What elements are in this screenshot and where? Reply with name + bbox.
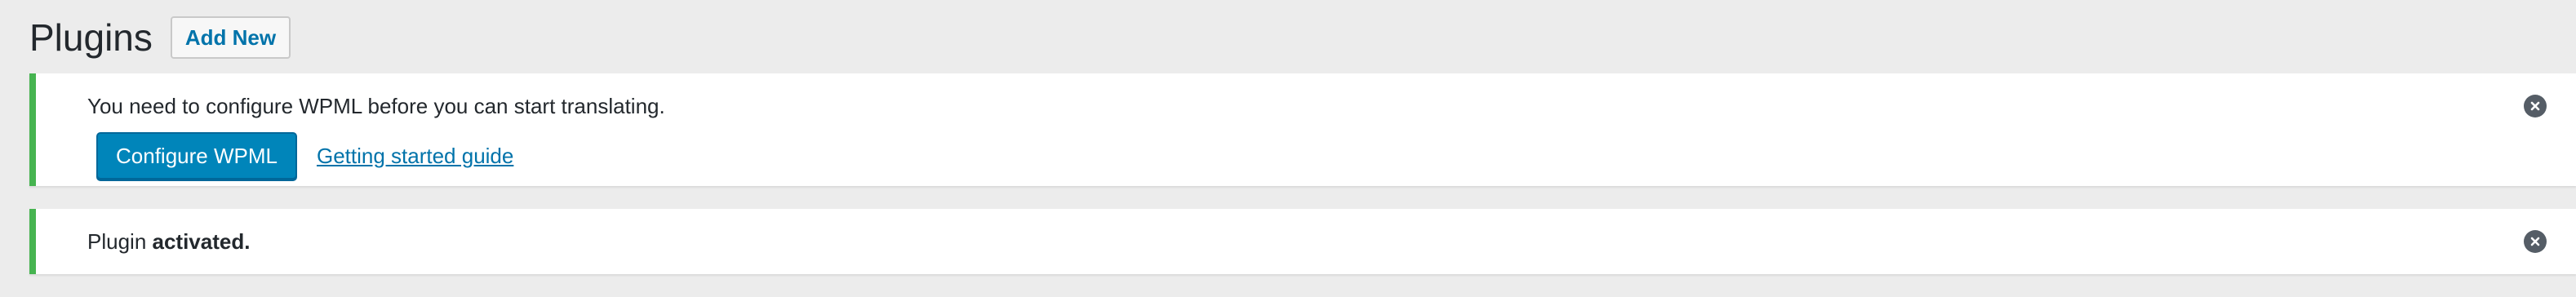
wpml-notice-message: You need to configure WPML before you ca… — [87, 94, 665, 118]
getting-started-guide-link[interactable]: Getting started guide — [317, 144, 513, 169]
close-circle-icon — [2530, 237, 2540, 246]
wpml-configure-notice: You need to configure WPML before you ca… — [29, 73, 2576, 186]
activated-message-prefix: Plugin — [87, 229, 153, 254]
add-new-button[interactable]: Add New — [170, 16, 291, 59]
configure-wpml-button[interactable]: Configure WPML — [96, 132, 297, 180]
wpml-notice-actions: Configure WPML Getting started guide — [96, 132, 513, 180]
page-header: Plugins Add New — [29, 15, 291, 60]
dismiss-activated-notice-button[interactable] — [2524, 230, 2547, 253]
activated-message-bold: activated. — [152, 229, 251, 254]
close-circle-icon — [2530, 101, 2540, 111]
plugin-activated-message: Plugin activated. — [87, 228, 250, 255]
plugin-activated-notice: Plugin activated. — [29, 209, 2576, 274]
dismiss-wpml-notice-button[interactable] — [2524, 95, 2547, 117]
page-title: Plugins — [29, 16, 153, 59]
